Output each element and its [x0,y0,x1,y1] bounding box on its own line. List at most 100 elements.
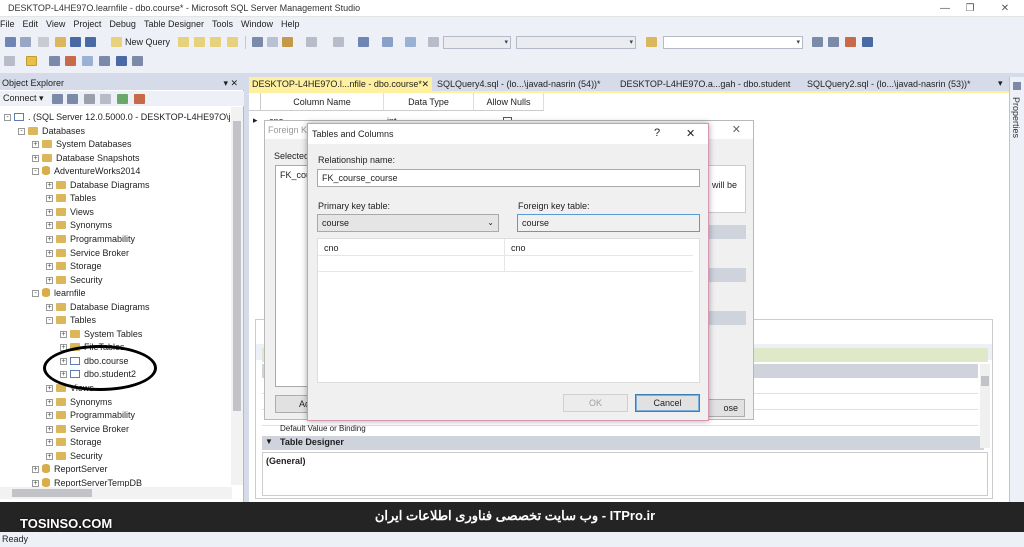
tree-node[interactable]: + Database Snapshots [32,152,140,165]
xmla-query-icon[interactable] [227,37,238,47]
expand-icon[interactable]: + [46,235,53,243]
tree-node[interactable]: - learnfile [32,287,86,300]
tree-node[interactable]: - Tables [46,314,96,327]
relationship-name-input[interactable]: FK_course_course [317,169,700,187]
menu-file[interactable]: File [0,17,19,32]
primary-key-table-select[interactable]: course ⌄ [317,214,499,232]
tab-sqlquery2[interactable]: SQLQuery2.sql - (lo...\javad-nasrin (53)… [804,77,984,91]
expand-icon[interactable]: + [46,425,53,433]
start-debug-icon[interactable] [428,37,439,47]
collapse-icon[interactable]: - [32,168,39,176]
save-icon[interactable] [70,37,81,47]
table-designer-section[interactable]: ▼ Table Designer [262,436,984,450]
tree-node[interactable]: + Service Broker [46,423,129,436]
expand-icon[interactable]: + [46,249,53,257]
menu-view[interactable]: View [42,17,69,32]
tree-node[interactable]: - . (SQL Server 12.0.5000.0 - DESKTOP-L4H… [4,111,230,124]
expand-icon[interactable]: + [46,181,53,189]
connect-button[interactable]: Connect ▾ [3,93,44,103]
cut-icon[interactable] [252,37,263,47]
expand-icon[interactable]: + [46,303,53,311]
restore-button[interactable]: ❐ [955,0,985,17]
pk-column-cell[interactable]: cno [318,239,505,256]
tree-node[interactable]: + ReportServerTempDB [32,477,142,487]
tab-sqlquery4[interactable]: SQLQuery4.sql - (lo...\javad-nasrin (54)… [434,77,616,91]
properties-side-panel[interactable]: Properties [1009,77,1024,502]
analysis-query-icon[interactable] [194,37,205,47]
set-primary-key-icon[interactable] [26,56,37,66]
refresh-icon[interactable] [117,94,128,104]
expand-icon[interactable]: + [46,222,53,230]
close-tab-icon[interactable]: ✕ [421,77,429,91]
expand-icon[interactable]: + [32,479,39,487]
registered-servers-icon[interactable] [812,37,823,47]
check-constraints-icon[interactable] [116,56,127,66]
tree-node[interactable]: - AdventureWorks2014 [32,165,140,178]
menu-project[interactable]: Project [69,17,105,32]
expand-icon[interactable]: + [46,398,53,406]
filter-icon[interactable] [100,94,111,104]
collapse-icon[interactable]: - [46,317,53,325]
pk-column-empty-cell[interactable] [318,256,505,272]
tree-node[interactable]: + Programmability [46,409,135,422]
tree-node[interactable]: + Synonyms [46,219,112,232]
tree-horizontal-scrollbar[interactable] [0,487,232,499]
back-icon[interactable] [5,37,16,47]
activity-monitor-icon[interactable] [134,94,145,104]
cancel-button[interactable]: Cancel [635,394,700,412]
tree-node[interactable]: + Service Broker [46,247,129,260]
relationships-icon[interactable] [49,56,60,66]
expand-icon[interactable]: + [46,195,53,203]
xml-index-icon[interactable] [99,56,110,66]
tree-node[interactable]: + System Databases [32,138,132,151]
tree-node[interactable]: + Views [46,206,94,219]
new-project-icon[interactable] [38,37,49,47]
tab-overflow-icon[interactable]: ▾ [998,78,1003,89]
expand-icon[interactable]: + [32,466,39,474]
tree-node[interactable]: + Database Diagrams [46,301,150,314]
open-file-icon[interactable] [55,37,66,47]
menu-window[interactable]: Window [237,17,277,32]
tab-course-designer[interactable]: DESKTOP-L4HE97O.l...nfile - dbo.course* … [249,77,432,91]
expand-icon[interactable]: + [46,452,53,460]
copy-icon[interactable] [267,37,278,47]
tree-node[interactable]: + Storage [46,436,102,449]
tree-node[interactable]: + Synonyms [46,396,112,409]
fk-column-empty-cell[interactable] [505,256,693,272]
tree-node[interactable]: + Database Diagrams [46,179,150,192]
mdx-query-icon[interactable] [210,37,221,47]
expand-icon[interactable]: + [46,385,53,392]
solution-config-combo[interactable]: ▾ [443,36,511,49]
redo-icon[interactable] [333,37,344,47]
tools-icon[interactable] [845,37,856,47]
expand-icon[interactable]: + [32,141,39,149]
tree-node[interactable]: + Security [46,450,103,463]
forward-icon[interactable] [20,37,31,47]
fulltext-index-icon[interactable] [82,56,93,66]
connect-icon[interactable] [52,94,63,104]
menu-tools[interactable]: Tools [208,17,237,32]
help-icon[interactable]: ? [654,127,660,139]
expand-icon[interactable]: + [46,412,53,420]
new-query-button[interactable]: New Query [125,37,170,47]
expand-icon[interactable]: + [46,276,53,284]
solution-platform-combo[interactable]: ▾ [516,36,636,49]
menu-table-designer[interactable]: Table Designer [140,17,208,32]
execute-icon[interactable] [4,56,15,66]
tree-vertical-scrollbar[interactable] [231,107,243,485]
relationship-list[interactable]: FK_cou [275,165,311,387]
dialog-close-icon[interactable]: ✕ [686,127,695,140]
undo-icon[interactable] [306,37,317,47]
indexes-keys-icon[interactable] [65,56,76,66]
ok-button[interactable]: OK [563,394,628,412]
menu-help[interactable]: Help [277,17,304,32]
collapse-icon[interactable]: - [32,290,39,298]
find-combo[interactable]: ▾ [663,36,803,49]
expand-icon[interactable]: + [60,330,67,338]
menu-debug[interactable]: Debug [105,17,140,32]
tree-node[interactable]: + Programmability [46,233,135,246]
comment-icon[interactable] [382,37,393,47]
navigate-icon[interactable] [358,37,369,47]
tree-node[interactable]: - Databases [18,125,85,138]
tree-node[interactable]: + Security [46,274,103,287]
